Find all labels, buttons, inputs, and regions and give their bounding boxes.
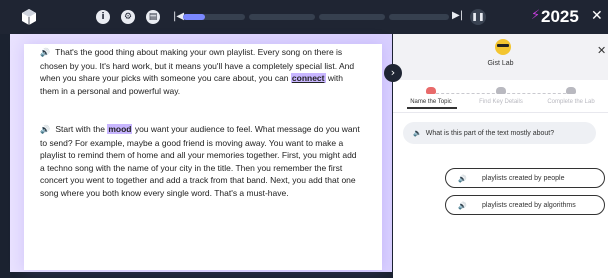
answer-option-1[interactable]: 🔊 playlists created by people [445,168,605,188]
step-find-key-details[interactable]: Find Key Details [466,99,536,105]
paragraph-2: 🔊 Start with the mood you want your audi… [40,123,360,200]
paragraph-text: Start with the [52,124,108,134]
brain-icon [566,87,576,94]
vocab-word-connect[interactable]: connect [290,73,326,84]
progress-segment-4[interactable] [389,14,449,20]
question-prompt: 🔈 What is this part of the text mostly ab… [403,122,596,144]
speaker-icon[interactable]: 🔊 [40,125,50,134]
speaker-icon[interactable]: 🔈 [413,129,422,137]
speaker-icon[interactable]: 🔊 [40,48,50,57]
notes-button[interactable]: ▤ [146,10,160,24]
vocab-word-mood[interactable]: mood [107,124,133,134]
question-text: What is this part of the text mostly abo… [425,130,555,137]
speaker-icon[interactable]: 🔊 [458,169,467,189]
progress-fill [183,14,206,20]
progress-segment-2[interactable] [249,14,315,20]
gist-lab-panel: Gist Lab ✕ Name the Topic Find Key Detai… [393,34,608,278]
skip-forward-button[interactable]: ▶| [452,10,463,21]
chevron-right-icon[interactable]: › [384,64,402,82]
score-counter: 2025 [541,7,579,26]
paragraph-text: you want your audience to feel. What mes… [40,124,360,198]
answer-text: playlists created by people [482,175,565,182]
active-step-indicator [407,107,457,109]
answer-text: playlists created by algorithms [482,202,576,209]
settings-button[interactable]: ⚙ [121,10,135,24]
paragraph-1: 🔊 That's the good thing about making you… [40,46,360,97]
reading-area: 🔊 That's the good thing about making you… [0,34,393,278]
brain-icon [426,87,436,94]
speaker-icon[interactable]: 🔊 [458,196,467,216]
close-panel-button[interactable]: ✕ [597,44,606,57]
pause-button[interactable]: ❚❚ [470,9,486,25]
divider [393,112,608,113]
progress-segment-3[interactable] [319,14,385,20]
cube-logo-icon [22,9,36,25]
close-button[interactable]: ✕ [591,8,603,24]
sunglasses-avatar-icon [495,39,511,55]
brain-icon [496,87,506,94]
step-complete-the-lab[interactable]: Complete the Lab [536,99,606,105]
step-name-the-topic[interactable]: Name the Topic [396,99,466,105]
lightning-bolt-icon: ⚡ [531,8,541,23]
top-toolbar: i ⚙ ▤ |◀ ▶| ❚❚ ⚡ 2025 ✕ [0,0,608,34]
answer-option-2[interactable]: 🔊 playlists created by algorithms [445,195,605,215]
info-button[interactable]: i [96,10,110,24]
panel-title: Gist Lab [487,60,514,67]
progress-segment-1[interactable] [183,14,245,20]
sunglasses-icon [497,44,509,47]
